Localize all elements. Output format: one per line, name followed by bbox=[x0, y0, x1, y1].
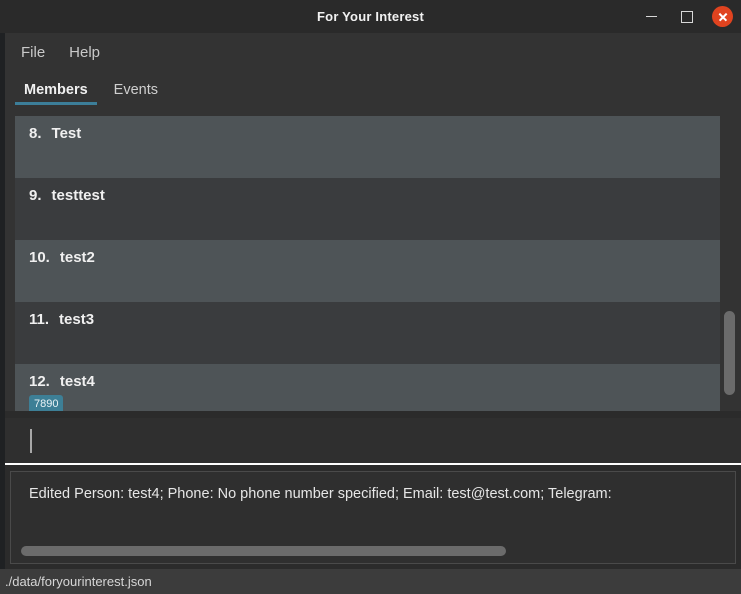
row-index: 9. bbox=[29, 187, 42, 204]
row-name: test4 bbox=[59, 373, 95, 390]
application-window: For Your Interest File Help Members Even… bbox=[0, 0, 741, 594]
result-horizontal-scrollbar-thumb[interactable] bbox=[21, 546, 506, 556]
window-controls bbox=[640, 0, 733, 33]
menu-item-file[interactable]: File bbox=[21, 44, 45, 61]
row-name: Test bbox=[51, 125, 82, 142]
menu-bar: File Help bbox=[5, 33, 741, 71]
command-input-wrapper bbox=[5, 418, 741, 465]
tab-bar: Members Events bbox=[5, 71, 741, 105]
row-index: 11. bbox=[29, 311, 50, 328]
title-bar: For Your Interest bbox=[0, 0, 741, 33]
table-row[interactable]: 11. test3 bbox=[15, 302, 720, 364]
list-scrollbar-thumb[interactable] bbox=[724, 311, 735, 395]
tag-list: 7890 bbox=[29, 395, 720, 411]
row-name: test3 bbox=[59, 311, 95, 328]
status-file-path: ./data/foryourinterest.json bbox=[5, 574, 152, 589]
table-row[interactable]: 10. test2 bbox=[15, 240, 720, 302]
tab-members[interactable]: Members bbox=[15, 79, 97, 105]
row-index: 10. bbox=[29, 249, 50, 266]
table-row[interactable]: 8. Test bbox=[15, 116, 720, 178]
row-name: test2 bbox=[59, 249, 95, 266]
table-row[interactable]: 12. test4 7890 bbox=[15, 364, 720, 411]
row-index: 12. bbox=[29, 373, 50, 390]
status-bar: ./data/foryourinterest.json bbox=[0, 569, 741, 594]
window-title: For Your Interest bbox=[317, 9, 424, 24]
result-text: Edited Person: test4; Phone: No phone nu… bbox=[29, 486, 612, 502]
row-index: 8. bbox=[29, 125, 42, 142]
menu-item-help[interactable]: Help bbox=[69, 44, 100, 61]
close-icon[interactable] bbox=[712, 6, 733, 27]
maximize-icon[interactable] bbox=[676, 6, 698, 28]
minimize-icon[interactable] bbox=[640, 6, 662, 28]
member-list: 8. Test 9. testtest 10. test2 11. test3 … bbox=[15, 116, 720, 411]
row-name: testtest bbox=[51, 187, 105, 204]
status-badge: 7890 bbox=[29, 395, 64, 411]
table-row[interactable]: 9. testtest bbox=[15, 178, 720, 240]
tab-events[interactable]: Events bbox=[105, 79, 167, 105]
result-display-box: Edited Person: test4; Phone: No phone nu… bbox=[10, 471, 736, 564]
command-input[interactable] bbox=[25, 427, 725, 455]
member-list-panel: 8. Test 9. testtest 10. test2 11. test3 … bbox=[5, 105, 741, 411]
